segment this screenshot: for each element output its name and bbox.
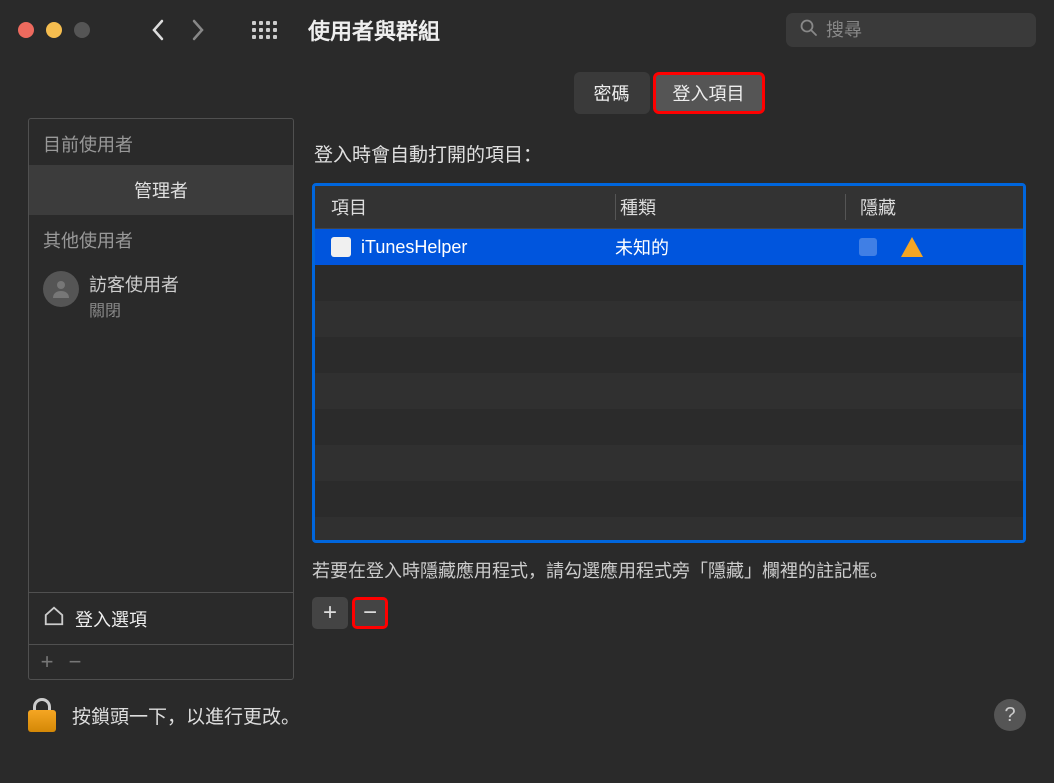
login-options-label: 登入選項: [75, 606, 147, 632]
hide-cell: [845, 237, 1023, 257]
action-row: + −: [312, 597, 1026, 629]
table-row-empty: [315, 481, 1023, 517]
sidebar-footer: + −: [29, 644, 293, 679]
other-users-header: 其他使用者: [29, 215, 293, 261]
table-row-empty: [315, 301, 1023, 337]
forward-button: [178, 14, 218, 46]
column-kind[interactable]: 種類: [615, 194, 845, 220]
remove-user-button: −: [61, 649, 89, 675]
guest-info: 訪客使用者 關閉: [89, 271, 179, 321]
table-row-empty: [315, 337, 1023, 373]
admin-label: 管理者: [43, 177, 279, 203]
search-icon: [800, 19, 818, 42]
lock-text: 按鎖頭一下，以進行更改。: [72, 702, 300, 729]
minimize-window-button[interactable]: [46, 22, 62, 38]
item-cell: iTunesHelper: [315, 237, 615, 258]
table-row[interactable]: iTunesHelper 未知的: [315, 229, 1023, 265]
sidebar: 目前使用者 管理者 其他使用者 訪客使用者 關閉 登入選項 + −: [28, 118, 294, 680]
tab-password[interactable]: 密碼: [574, 72, 650, 114]
lock-icon[interactable]: [28, 698, 56, 732]
back-button[interactable]: [138, 14, 178, 46]
remove-item-button[interactable]: −: [352, 597, 388, 629]
table-row-empty: [315, 265, 1023, 301]
fullscreen-window-button: [74, 22, 90, 38]
add-item-button[interactable]: +: [312, 597, 348, 629]
titlebar: 使用者與群組: [0, 0, 1054, 60]
main-panel: 密碼 登入項目 登入時會自動打開的項目： 項目 種類 隱藏 iTunesHelp…: [312, 70, 1026, 680]
add-user-button: +: [33, 649, 61, 675]
current-user-header: 目前使用者: [29, 119, 293, 165]
tab-login-items[interactable]: 登入項目: [653, 72, 765, 114]
app-icon: [331, 237, 351, 257]
avatar-icon: [43, 271, 79, 307]
column-hide[interactable]: 隱藏: [845, 194, 1023, 220]
column-item[interactable]: 項目: [315, 194, 615, 220]
close-window-button[interactable]: [18, 22, 34, 38]
table-row-empty: [315, 373, 1023, 409]
warning-icon: [901, 237, 923, 257]
section-title: 登入時會自動打開的項目：: [314, 140, 1026, 167]
login-items-table: 項目 種類 隱藏 iTunesHelper 未知的: [312, 183, 1026, 543]
table-row-empty: [315, 517, 1023, 543]
item-name: iTunesHelper: [361, 237, 467, 258]
table-row-empty: [315, 409, 1023, 445]
window-title: 使用者與群組: [308, 14, 440, 46]
search-box[interactable]: [786, 13, 1036, 47]
footer: 按鎖頭一下，以進行更改。 ?: [0, 680, 1054, 750]
hint-text: 若要在登入時隱藏應用程式，請勾選應用程式旁「隱藏」欄裡的註記框。: [312, 557, 1026, 583]
table-row-empty: [315, 445, 1023, 481]
show-all-icon[interactable]: [252, 21, 274, 39]
traffic-lights: [18, 22, 90, 38]
table-header: 項目 種類 隱藏: [315, 186, 1023, 229]
sidebar-item-admin[interactable]: 管理者: [29, 165, 293, 215]
tabs: 密碼 登入項目: [312, 72, 1026, 114]
guest-name: 訪客使用者: [89, 271, 179, 297]
guest-status: 關閉: [89, 297, 179, 321]
help-button[interactable]: ?: [994, 699, 1026, 731]
search-input[interactable]: [826, 20, 1022, 41]
hide-checkbox[interactable]: [859, 238, 877, 256]
sidebar-item-guest[interactable]: 訪客使用者 關閉: [29, 261, 293, 331]
nav-buttons: [138, 14, 218, 46]
login-options-button[interactable]: 登入選項: [29, 592, 293, 644]
home-icon: [43, 605, 65, 632]
kind-cell: 未知的: [615, 234, 845, 260]
table-body: iTunesHelper 未知的: [315, 229, 1023, 543]
